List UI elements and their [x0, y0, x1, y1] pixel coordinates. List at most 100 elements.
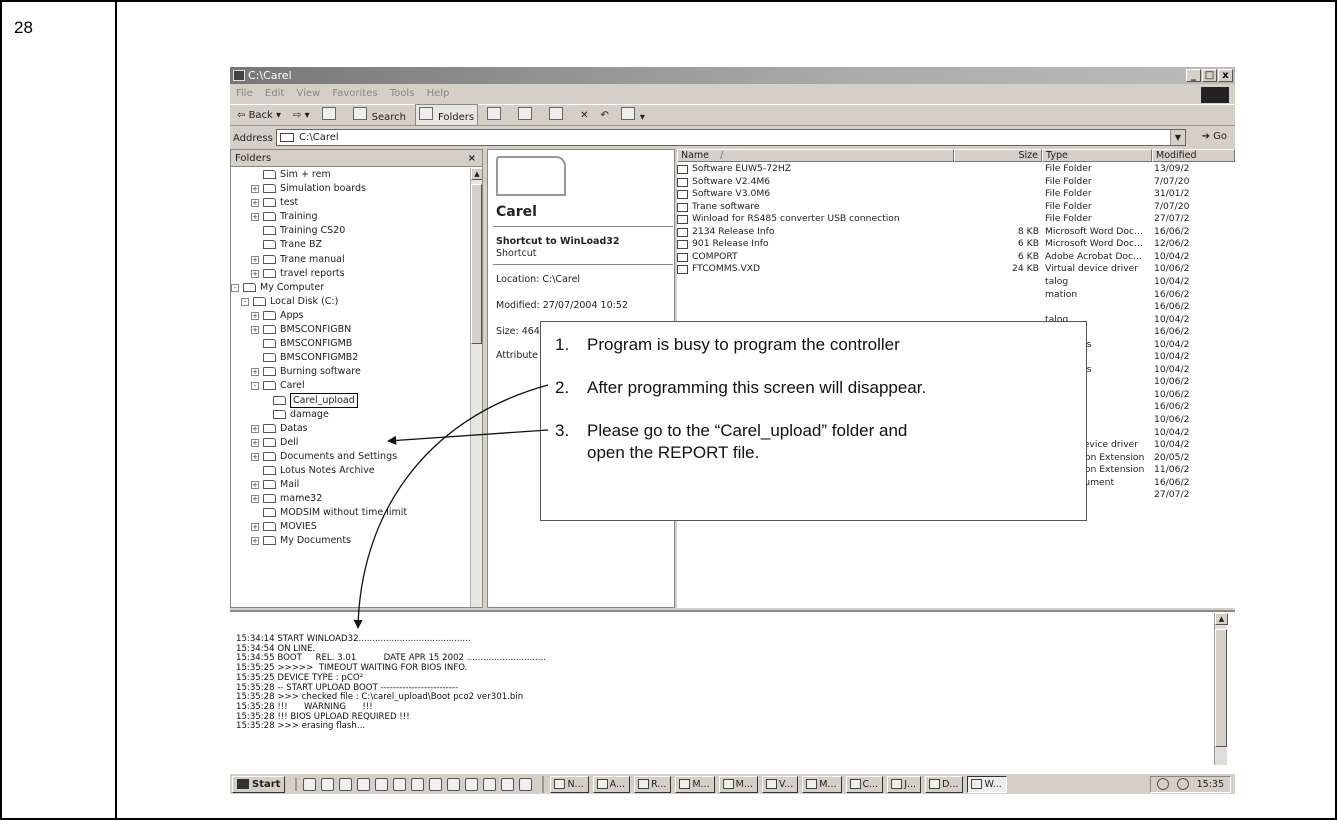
up-folder-button[interactable]	[319, 105, 344, 125]
app-icon[interactable]	[357, 777, 371, 791]
expand-icon[interactable]: +	[251, 326, 259, 335]
expand-icon[interactable]: +	[251, 523, 259, 532]
tree-item[interactable]: + Documents and Settings	[231, 450, 471, 464]
taskbar-task-button[interactable]: M...	[718, 775, 758, 793]
file-row[interactable]: Winload for RS485 converter USB connecti…	[677, 213, 1235, 226]
tree-item[interactable]: + Mail	[231, 478, 471, 492]
address-field[interactable]: C:\Carel ▼	[276, 129, 1186, 146]
expand-icon[interactable]: +	[251, 213, 259, 222]
expand-icon[interactable]: +	[251, 537, 259, 546]
taskbar-task-button[interactable]: V...	[761, 775, 799, 793]
taskbar-task-button[interactable]: N...	[550, 775, 589, 793]
expand-icon[interactable]: +	[251, 481, 259, 490]
tree-item[interactable]: MODSIM without time limit	[231, 506, 471, 520]
forward-button[interactable]: ⇨ ▾	[290, 108, 313, 123]
app-icon[interactable]	[393, 777, 407, 791]
menu-file[interactable]: File	[236, 88, 253, 99]
views-button[interactable]: ▾	[618, 105, 648, 125]
column-header-type[interactable]: Type	[1042, 149, 1152, 162]
file-row[interactable]: 16/06/2	[677, 301, 1235, 314]
tree-item[interactable]: Lotus Notes Archive	[231, 464, 471, 478]
file-row[interactable]: Software EUW5-72HZ File Folder 13/09/2	[677, 163, 1235, 176]
tree-item[interactable]: - Carel	[231, 379, 471, 393]
go-button[interactable]: ➔ Go	[1202, 131, 1227, 142]
history-button[interactable]	[484, 105, 509, 125]
tree-item[interactable]: Carel_upload	[231, 392, 471, 408]
maximize-button[interactable]: □	[1202, 69, 1217, 82]
expand-icon[interactable]: +	[251, 199, 259, 208]
collapse-icon[interactable]: -	[231, 283, 239, 292]
tree-item[interactable]: + My Documents	[231, 534, 471, 548]
desktop-icon[interactable]	[303, 777, 317, 791]
folders-scrollbar[interactable]: ▲	[470, 168, 482, 607]
close-button[interactable]: x	[1218, 69, 1233, 82]
expand-icon[interactable]: +	[251, 311, 259, 320]
menu-edit[interactable]: Edit	[265, 88, 284, 99]
taskbar-task-button[interactable]: J...	[887, 775, 922, 793]
back-button[interactable]: ⇦ Back ▾	[234, 108, 284, 123]
app-icon[interactable]	[447, 777, 461, 791]
expand-icon[interactable]: +	[251, 255, 259, 264]
file-row[interactable]: COMPORT 6 KB Adobe Acrobat Doc... 10/04/2	[677, 251, 1235, 264]
expand-icon[interactable]: +	[251, 452, 259, 461]
column-header-size[interactable]: Size	[954, 149, 1042, 162]
tray-icon[interactable]	[1156, 778, 1169, 790]
tree-item[interactable]: + test	[231, 196, 471, 210]
app-icon[interactable]	[501, 777, 515, 791]
tree-item[interactable]: + mame32	[231, 492, 471, 506]
app-icon[interactable]	[429, 777, 443, 791]
folders-button[interactable]: Folders	[414, 104, 479, 126]
tree-item[interactable]: + Datas	[231, 422, 471, 436]
tree-item[interactable]: Trane BZ	[231, 238, 471, 252]
media-icon[interactable]	[339, 777, 353, 791]
tree-item[interactable]: + MOVIES	[231, 520, 471, 534]
tree-item[interactable]: + Training	[231, 210, 471, 224]
start-button[interactable]: Start	[232, 775, 286, 793]
copy-to-button[interactable]	[546, 105, 571, 125]
file-row[interactable]: Software V2.4M6 File Folder 7/07/20	[677, 176, 1235, 189]
file-row[interactable]: 901 Release Info 6 KB Microsoft Word Doc..…	[677, 238, 1235, 251]
app-icon[interactable]	[519, 777, 533, 791]
taskbar-task-button[interactable]: M...	[675, 775, 715, 793]
expand-icon[interactable]: +	[251, 438, 259, 447]
collapse-icon[interactable]: -	[251, 382, 259, 391]
menu-view[interactable]: View	[296, 88, 320, 99]
tree-item[interactable]: - Local Disk (C:)	[231, 295, 471, 309]
taskbar-task-button[interactable]: A...	[592, 775, 631, 793]
expand-icon[interactable]: +	[251, 269, 259, 278]
tree-item[interactable]: damage	[231, 408, 471, 422]
undo-button[interactable]: ↶	[598, 108, 612, 123]
word-icon[interactable]	[375, 777, 389, 791]
tray-icon[interactable]	[1176, 778, 1189, 790]
taskbar-task-button[interactable]: C...	[845, 775, 884, 793]
file-row[interactable]: Software V3.0M6 File Folder 31/01/2	[677, 188, 1235, 201]
taskbar-task-button[interactable]: W...	[967, 775, 1007, 793]
taskbar-task-button[interactable]: R...	[634, 775, 672, 793]
search-button[interactable]: Search	[350, 105, 409, 125]
tree-item[interactable]: + travel reports	[231, 267, 471, 281]
collapse-icon[interactable]: -	[241, 297, 249, 306]
tree-item[interactable]: Training CS20	[231, 224, 471, 238]
close-pane-icon[interactable]: ×	[468, 150, 476, 167]
column-header-modified[interactable]: Modified	[1152, 149, 1235, 162]
expand-icon[interactable]: +	[251, 424, 259, 433]
expand-icon[interactable]: +	[251, 185, 259, 194]
file-row[interactable]: 2134 Release Info 8 KB Microsoft Word Doc.…	[677, 226, 1235, 239]
column-header-name[interactable]: Name /	[677, 149, 954, 162]
move-to-button[interactable]	[515, 105, 540, 125]
tree-item[interactable]: Sim + rem	[231, 168, 471, 182]
app-icon[interactable]	[411, 777, 425, 791]
file-row[interactable]: FTCOMMS.VXD 24 KB Virtual device driver 10/…	[677, 263, 1235, 276]
file-row[interactable]: mation 16/06/2	[677, 289, 1235, 302]
minimize-button[interactable]: _	[1186, 69, 1201, 82]
tree-item[interactable]: + BMSCONFIGBN	[231, 323, 471, 337]
scroll-up-icon[interactable]: ▲	[1215, 613, 1228, 625]
expand-icon[interactable]: +	[251, 368, 259, 377]
scroll-up-icon[interactable]: ▲	[471, 168, 482, 180]
app-icon[interactable]	[465, 777, 479, 791]
tree-item[interactable]: BMSCONFIGMB2	[231, 351, 471, 365]
file-row[interactable]: Trane software File Folder 7/07/20	[677, 201, 1235, 214]
menu-favorites[interactable]: Favorites	[332, 88, 377, 99]
tree-item[interactable]: + Apps	[231, 309, 471, 323]
expand-icon[interactable]: +	[251, 495, 259, 504]
